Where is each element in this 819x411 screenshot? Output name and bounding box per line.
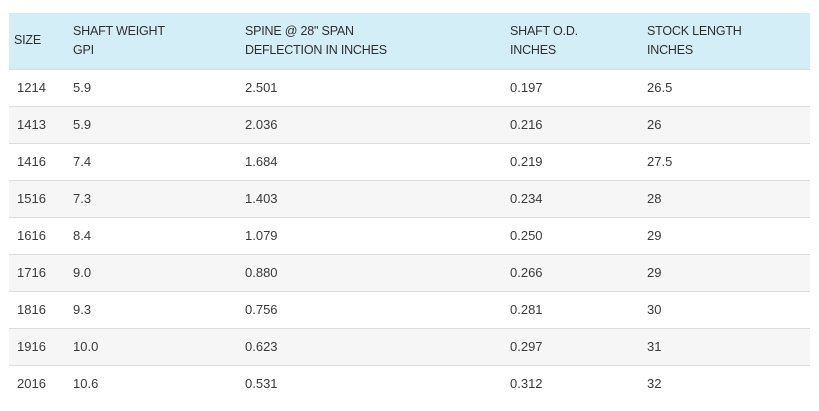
header-spine: SPINE @ 28" SPAN DEFLECTION IN INCHES xyxy=(245,23,387,57)
table-row: 1416 7.4 1.684 0.219 27.5 xyxy=(9,143,810,180)
cell-shaft-weight: 5.9 xyxy=(73,80,92,95)
cell-stock-length: 29 xyxy=(647,265,662,280)
cell-size: 1916 xyxy=(17,339,46,354)
cell-spine: 1.684 xyxy=(245,154,278,169)
cell-stock-length: 27.5 xyxy=(647,154,673,169)
cell-spine: 0.623 xyxy=(245,339,278,354)
cell-shaft-od: 0.312 xyxy=(510,376,543,392)
cell-shaft-weight: 10.0 xyxy=(73,339,99,354)
table-row: 1214 5.9 2.501 0.197 26.5 xyxy=(9,69,810,106)
table-row: 1616 8.4 1.079 0.250 29 xyxy=(9,217,810,254)
cell-stock-length: 26 xyxy=(647,117,662,132)
cell-spine: 0.880 xyxy=(245,265,278,280)
cell-spine: 1.079 xyxy=(245,228,278,243)
cell-size: 1413 xyxy=(17,117,46,132)
cell-shaft-weight: 5.9 xyxy=(73,117,92,132)
cell-shaft-weight: 9.0 xyxy=(73,265,92,280)
header-shaft-weight: SHAFT WEIGHT GPI xyxy=(73,23,165,57)
cell-spine: 0.531 xyxy=(245,376,278,392)
cell-shaft-od: 0.297 xyxy=(510,339,543,354)
cell-stock-length: 26.5 xyxy=(647,80,673,95)
header-shaft-od: SHAFT O.D. INCHES xyxy=(510,23,578,57)
cell-shaft-od: 0.250 xyxy=(510,228,543,243)
cell-shaft-od: 0.234 xyxy=(510,191,543,206)
cell-size: 2016 xyxy=(17,376,46,392)
cell-shaft-weight: 7.3 xyxy=(73,191,92,206)
cell-stock-length: 30 xyxy=(647,302,662,317)
cell-shaft-od: 0.197 xyxy=(510,80,543,95)
table-row: 1916 10.0 0.623 0.297 31 xyxy=(9,328,810,365)
cell-size: 1616 xyxy=(17,228,46,243)
cell-spine: 1.403 xyxy=(245,191,278,206)
cell-shaft-od: 0.281 xyxy=(510,302,543,317)
cell-shaft-od: 0.266 xyxy=(510,265,543,280)
cell-spine: 2.501 xyxy=(245,80,278,95)
cell-shaft-weight: 9.3 xyxy=(73,302,92,317)
table-row: 1716 9.0 0.880 0.266 29 xyxy=(9,254,810,291)
cell-size: 1516 xyxy=(17,191,46,206)
cell-spine: 0.756 xyxy=(245,302,278,317)
cell-spine: 2.036 xyxy=(245,117,278,132)
cell-stock-length: 31 xyxy=(647,339,662,354)
cell-stock-length: 28 xyxy=(647,191,662,206)
header-size: SIZE xyxy=(14,33,41,48)
cell-shaft-od: 0.219 xyxy=(510,154,543,169)
table-row: 2016 10.6 0.531 0.312 32 xyxy=(9,365,810,402)
table-row: 1516 7.3 1.403 0.234 28 xyxy=(9,180,810,217)
cell-size: 1214 xyxy=(17,80,46,95)
cell-size: 1416 xyxy=(17,154,46,169)
cell-stock-length: 29 xyxy=(647,228,662,243)
cell-shaft-weight: 10.6 xyxy=(73,376,99,392)
cell-size: 1816 xyxy=(17,302,46,317)
cell-size: 1716 xyxy=(17,265,46,280)
cell-shaft-weight: 7.4 xyxy=(73,154,92,169)
table-row: 1816 9.3 0.756 0.281 30 xyxy=(9,291,810,328)
shaft-spec-table: SIZE SHAFT WEIGHT GPI SPINE @ 28" SPAN D… xyxy=(9,13,810,402)
cell-shaft-weight: 8.4 xyxy=(73,228,92,243)
header-stock-length: STOCK LENGTH INCHES xyxy=(647,23,742,57)
table-header-row: SIZE SHAFT WEIGHT GPI SPINE @ 28" SPAN D… xyxy=(9,13,810,69)
table-body: 1214 5.9 2.501 0.197 26.5 1413 5.9 2.036 0.216 26… xyxy=(9,69,810,402)
cell-shaft-od: 0.216 xyxy=(510,117,543,132)
table-row: 1413 5.9 2.036 0.216 26 xyxy=(9,106,810,143)
spec-table-container: SIZE SHAFT WEIGHT GPI SPINE @ 28" SPAN D… xyxy=(9,13,810,402)
cell-stock-length: 32 xyxy=(647,376,662,392)
